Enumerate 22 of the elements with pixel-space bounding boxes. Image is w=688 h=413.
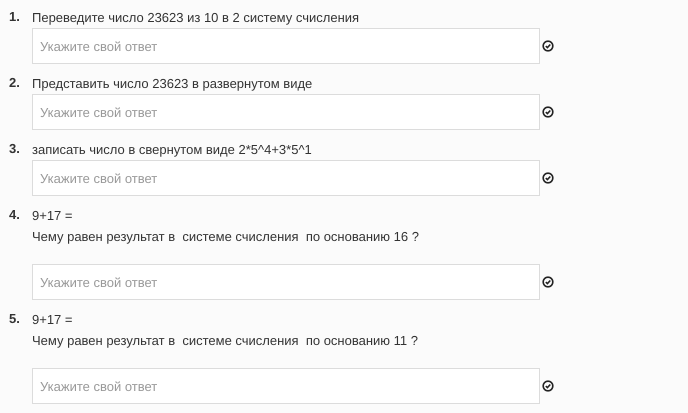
- question-text: Чему равен результат в системе счисления по основанию 11 ?: [32, 332, 419, 350]
- question-number: 4.: [9, 206, 21, 224]
- check-circle-icon: [542, 40, 554, 52]
- question-text: Представить число 23623 в развернутом виде: [32, 75, 314, 93]
- answer-field[interactable]: Укажите свой ответ: [32, 28, 540, 64]
- answer-field[interactable]: Укажите свой ответ: [32, 160, 540, 196]
- answer-field[interactable]: Укажите свой ответ: [32, 368, 540, 404]
- question-text: 9+17 =: [32, 311, 74, 329]
- check-circle-icon: [542, 172, 554, 184]
- check-circle-icon: [542, 380, 554, 392]
- question-number: 1.: [9, 8, 21, 26]
- answer-field[interactable]: Укажите свой ответ: [32, 264, 540, 300]
- question-number: 3.: [9, 140, 21, 158]
- question-text: Переведите число 23623 из 10 в 2 систему счисления: [32, 9, 360, 27]
- question-text: 9+17 =: [32, 207, 74, 225]
- question-number: 5.: [9, 310, 21, 328]
- check-circle-icon: [542, 276, 554, 288]
- question-text: Чему равен результат в системе счисления по основанию 16 ?: [32, 228, 420, 246]
- question-text: записать число в свернутом виде 2*5^4+3*5^1: [32, 141, 313, 159]
- answer-field[interactable]: Укажите свой ответ: [32, 94, 540, 130]
- check-circle-icon: [542, 106, 554, 118]
- question-number: 2.: [9, 74, 21, 92]
